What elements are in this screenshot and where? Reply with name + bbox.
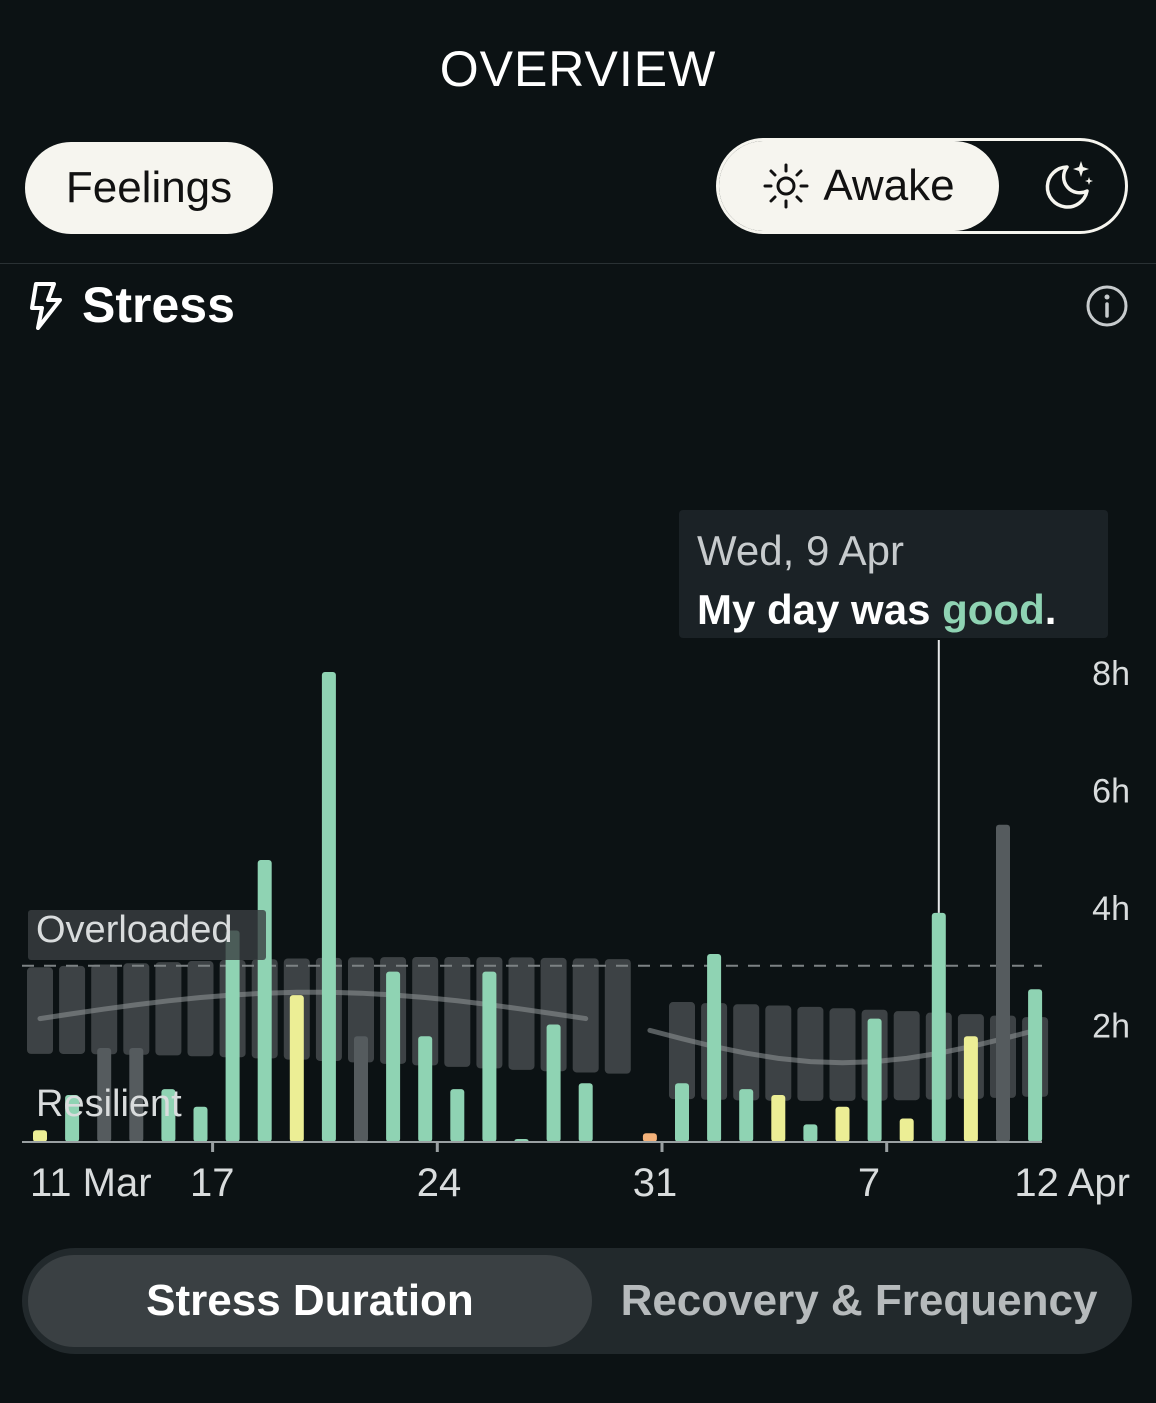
stress-bar-3-Apr [771, 1095, 786, 1142]
x-tick-label: 31 [633, 1161, 678, 1205]
range-bands [27, 956, 1049, 1101]
stress-bar-21-Mar [354, 1036, 368, 1142]
stress-bar-8-Apr [931, 912, 946, 1142]
x-tick-label: 12 Apr [1014, 1161, 1130, 1205]
stress-bar-27-Mar [546, 1024, 561, 1142]
stress-bar-1-Apr [707, 954, 722, 1142]
x-tick-label: 24 [417, 1161, 462, 1205]
range-band [155, 962, 182, 1056]
stress-bar-17-Mar [225, 930, 240, 1142]
range-band [604, 959, 631, 1074]
stress-bar-4-Apr [803, 1124, 818, 1142]
zone-label-resilient: Resilient [36, 1083, 182, 1125]
tab-stress-duration-label: Stress Duration [146, 1276, 474, 1325]
range-band [765, 1005, 792, 1101]
stress-chart: Overloaded Resilient 2h 4h 6h 8h 11 Mar 17 24 31 7… [22, 640, 1130, 1205]
stress-bar-25-Mar [482, 971, 497, 1142]
stress-bar-23-Mar [418, 1036, 433, 1142]
tab-recovery-frequency[interactable]: Recovery & Frequency [592, 1255, 1126, 1347]
range-band [123, 963, 150, 1055]
bars [33, 672, 1043, 1142]
stress-bar-9-Apr [963, 1036, 978, 1142]
stress-bar-7-Apr [899, 1118, 914, 1142]
y-tick-label: 6h [1092, 773, 1130, 811]
stress-bar-5-Apr [835, 1106, 850, 1142]
stress-bar-31-Mar [675, 1083, 689, 1142]
range-band [829, 1008, 856, 1101]
tooltip-date: Wed, 9 Apr [697, 527, 905, 574]
day-tooltip: Wed, 9 Apr My day was good. [679, 510, 1108, 638]
x-tick-label: 11 Mar [30, 1161, 152, 1205]
stress-bar-10-Apr [996, 824, 1010, 1142]
x-tick-label: 17 [190, 1161, 235, 1205]
y-tick-label: 4h [1092, 890, 1130, 928]
stress-bar-20-Mar [321, 672, 336, 1142]
stress-bar-6-Apr [867, 1018, 882, 1142]
stress-bar-19-Mar [289, 995, 304, 1142]
stress-bar-11-Mar [33, 1130, 47, 1142]
tooltip-message: My day was good. [697, 580, 1090, 640]
range-band [187, 961, 214, 1057]
range-band [508, 957, 535, 1070]
tab-recovery-frequency-label: Recovery & Frequency [620, 1276, 1098, 1325]
stress-bar-22-Mar [386, 971, 401, 1142]
range-band [27, 967, 53, 1054]
y-tick-label: 2h [1092, 1008, 1130, 1046]
range-band [444, 956, 471, 1067]
stress-bar-2-Apr [739, 1089, 754, 1142]
stress-bar-30-Mar [642, 1133, 657, 1142]
stress-bar-28-Mar [578, 1083, 593, 1142]
stress-bar-16-Mar [193, 1106, 208, 1142]
tab-stress-duration[interactable]: Stress Duration [28, 1255, 592, 1347]
y-tick-label: 8h [1092, 655, 1130, 693]
stress-bar-24-Mar [450, 1089, 465, 1142]
zone-label-overloaded: Overloaded [36, 909, 232, 951]
chart-mode-tabs: Stress Duration Recovery & Frequency [22, 1248, 1132, 1354]
range-band [797, 1006, 824, 1101]
average-line [37, 989, 589, 1022]
tooltip-suffix: . [1044, 586, 1057, 633]
stress-bar-11-Apr [1028, 989, 1043, 1142]
x-tick-label: 7 [858, 1161, 880, 1205]
tooltip-prefix: My day was [697, 586, 943, 633]
stress-bar-18-Mar [257, 860, 272, 1142]
tooltip-highlight: good [942, 586, 1045, 633]
